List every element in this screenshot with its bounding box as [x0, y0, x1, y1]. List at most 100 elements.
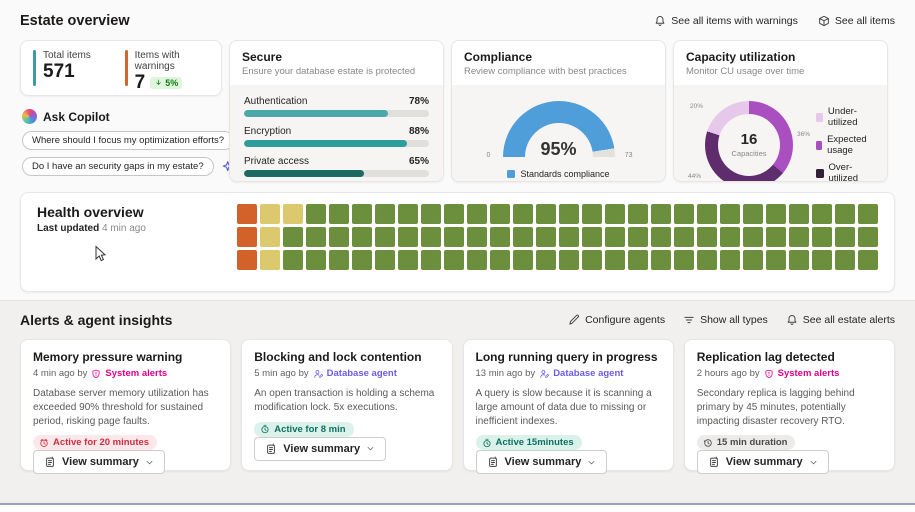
health-status-cell[interactable] [421, 204, 441, 224]
health-status-cell[interactable] [697, 227, 717, 247]
health-status-cell[interactable] [605, 227, 625, 247]
open-in-new-icon[interactable] [642, 50, 655, 63]
alerts-toolbar-action[interactable]: Show all types [683, 314, 768, 326]
health-status-cell[interactable] [467, 204, 487, 224]
health-status-cell[interactable] [283, 250, 303, 270]
alerts-toolbar-action[interactable]: See all estate alerts [786, 314, 895, 326]
health-status-cell[interactable] [467, 250, 487, 270]
health-status-cell[interactable] [283, 204, 303, 224]
health-status-cell[interactable] [628, 250, 648, 270]
health-status-cell[interactable] [835, 204, 855, 224]
health-status-cell[interactable] [375, 227, 395, 247]
health-status-cell[interactable] [421, 250, 441, 270]
health-status-cell[interactable] [490, 227, 510, 247]
health-status-cell[interactable] [812, 204, 832, 224]
health-status-cell[interactable] [743, 227, 763, 247]
health-status-cell[interactable] [559, 227, 579, 247]
alerts-toolbar-action[interactable]: Configure agents [568, 314, 665, 326]
view-summary-button[interactable]: View summary [697, 450, 829, 474]
health-status-cell[interactable] [490, 204, 510, 224]
health-status-cell[interactable] [260, 250, 280, 270]
health-status-cell[interactable] [766, 204, 786, 224]
health-status-cell[interactable] [352, 227, 372, 247]
health-status-cell[interactable] [582, 204, 602, 224]
health-status-cell[interactable] [743, 204, 763, 224]
health-status-cell[interactable] [444, 227, 464, 247]
health-status-cell[interactable] [329, 227, 349, 247]
health-status-cell[interactable] [398, 204, 418, 224]
view-summary-button[interactable]: View summary [476, 450, 608, 474]
health-status-cell[interactable] [398, 227, 418, 247]
health-status-cell[interactable] [237, 204, 257, 224]
health-status-cell[interactable] [651, 204, 671, 224]
health-status-cell[interactable] [720, 250, 740, 270]
open-in-new-icon[interactable] [864, 50, 877, 63]
alert-agent-name[interactable]: System alerts [105, 368, 167, 379]
health-status-cell[interactable] [858, 250, 878, 270]
health-status-cell[interactable] [536, 227, 556, 247]
health-status-cell[interactable] [605, 250, 625, 270]
health-status-cell[interactable] [237, 227, 257, 247]
health-status-cell[interactable] [260, 227, 280, 247]
health-status-cell[interactable] [398, 250, 418, 270]
health-status-cell[interactable] [306, 204, 326, 224]
health-status-cell[interactable] [720, 204, 740, 224]
health-status-cell[interactable] [559, 204, 579, 224]
health-status-cell[interactable] [375, 250, 395, 270]
health-status-cell[interactable] [789, 227, 809, 247]
health-status-cell[interactable] [329, 204, 349, 224]
health-status-cell[interactable] [582, 250, 602, 270]
health-status-cell[interactable] [651, 250, 671, 270]
health-status-cell[interactable] [766, 250, 786, 270]
alert-agent-name[interactable]: Database agent [553, 368, 623, 379]
health-status-cell[interactable] [858, 227, 878, 247]
health-status-cell[interactable] [835, 227, 855, 247]
health-status-cell[interactable] [444, 250, 464, 270]
health-status-cell[interactable] [513, 250, 533, 270]
copilot-suggestion-chip[interactable]: Do I have an security gaps in my estate? [22, 157, 214, 176]
health-status-cell[interactable] [582, 227, 602, 247]
health-status-cell[interactable] [421, 227, 441, 247]
health-status-cell[interactable] [674, 250, 694, 270]
health-status-cell[interactable] [444, 204, 464, 224]
health-status-cell[interactable] [766, 227, 786, 247]
health-status-cell[interactable] [651, 227, 671, 247]
health-status-cell[interactable] [559, 250, 579, 270]
alert-agent-name[interactable]: System alerts [778, 368, 840, 379]
health-status-cell[interactable] [306, 227, 326, 247]
health-status-cell[interactable] [674, 227, 694, 247]
health-status-cell[interactable] [628, 204, 648, 224]
view-summary-button[interactable]: View summary [254, 437, 386, 461]
health-status-cell[interactable] [237, 250, 257, 270]
header-link[interactable]: See all items with warnings [654, 15, 798, 27]
health-status-cell[interactable] [720, 227, 740, 247]
health-status-cell[interactable] [352, 250, 372, 270]
health-status-cell[interactable] [789, 204, 809, 224]
health-status-cell[interactable] [858, 204, 878, 224]
health-status-cell[interactable] [697, 250, 717, 270]
health-status-cell[interactable] [352, 204, 372, 224]
health-status-cell[interactable] [513, 204, 533, 224]
health-status-cell[interactable] [812, 227, 832, 247]
health-status-cell[interactable] [467, 227, 487, 247]
open-in-new-icon[interactable] [420, 50, 433, 63]
health-status-cell[interactable] [835, 250, 855, 270]
health-status-cell[interactable] [628, 227, 648, 247]
health-status-cell[interactable] [513, 227, 533, 247]
alert-agent-name[interactable]: Database agent [327, 368, 397, 379]
health-status-cell[interactable] [812, 250, 832, 270]
health-status-cell[interactable] [283, 227, 303, 247]
health-status-cell[interactable] [306, 250, 326, 270]
health-status-cell[interactable] [490, 250, 510, 270]
health-status-cell[interactable] [674, 204, 694, 224]
health-status-cell[interactable] [536, 250, 556, 270]
health-status-cell[interactable] [260, 204, 280, 224]
health-status-cell[interactable] [329, 250, 349, 270]
header-link[interactable]: See all items [818, 15, 895, 27]
health-status-cell[interactable] [697, 204, 717, 224]
health-status-cell[interactable] [375, 204, 395, 224]
copilot-suggestion-chip[interactable]: Where should I focus my optimization eff… [22, 131, 234, 150]
health-status-cell[interactable] [743, 250, 763, 270]
health-status-cell[interactable] [789, 250, 809, 270]
view-summary-button[interactable]: View summary [33, 450, 165, 474]
